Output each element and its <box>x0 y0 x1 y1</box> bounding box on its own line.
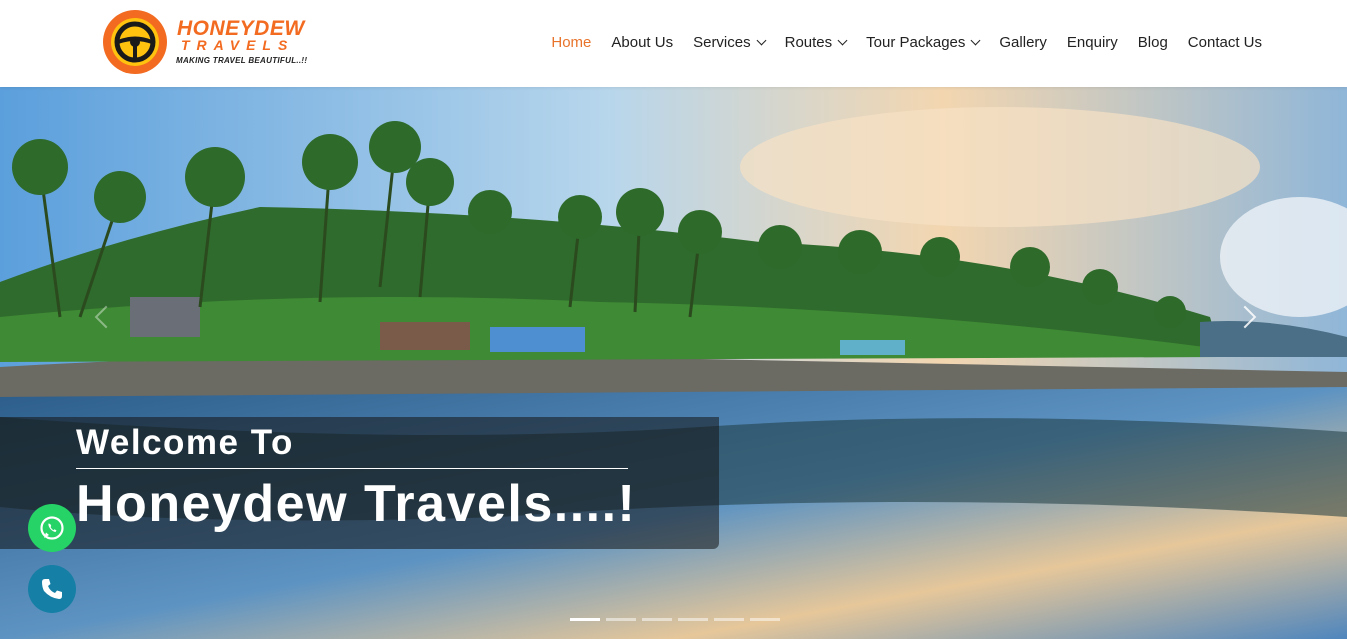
site-header: HONEYDEW TRAVELS MAKING TRAVEL BEAUTIFUL… <box>0 0 1347 87</box>
carousel-indicator[interactable] <box>750 618 780 621</box>
hero-title: Honeydew Travels....! <box>76 475 637 533</box>
carousel-indicator[interactable] <box>570 618 600 621</box>
carousel-indicator[interactable] <box>642 618 672 621</box>
whatsapp-button[interactable] <box>28 504 76 552</box>
brand-logo[interactable]: HONEYDEW TRAVELS MAKING TRAVEL BEAUTIFUL… <box>103 9 328 77</box>
nav-services[interactable]: Services <box>693 34 767 51</box>
nav-routes[interactable]: Routes <box>785 34 848 51</box>
carousel-indicator[interactable] <box>714 618 744 621</box>
chevron-down-icon <box>756 35 767 46</box>
hero-welcome-text: Welcome To <box>76 423 294 462</box>
nav-contact-us[interactable]: Contact Us <box>1188 34 1262 51</box>
nav-tour-packages[interactable]: Tour Packages <box>866 34 981 51</box>
hero-background-image <box>0 87 1347 639</box>
logo-emblem <box>103 10 167 74</box>
carousel-indicator[interactable] <box>678 618 708 621</box>
main-nav: Home About Us Services Routes Tour Packa… <box>531 34 1262 51</box>
nav-about-us[interactable]: About Us <box>611 34 673 51</box>
nav-gallery[interactable]: Gallery <box>999 34 1047 51</box>
steering-wheel-icon <box>114 21 156 63</box>
carousel-indicators <box>570 618 780 621</box>
nav-home[interactable]: Home <box>551 34 591 51</box>
nav-enquiry[interactable]: Enquiry <box>1067 34 1118 51</box>
brand-tagline: MAKING TRAVEL BEAUTIFUL..!! <box>176 56 308 65</box>
hero-carousel: Welcome To Honeydew Travels....! <box>0 87 1347 639</box>
carousel-indicator[interactable] <box>606 618 636 621</box>
hero-divider <box>76 468 628 469</box>
brand-sub: TRAVELS <box>181 37 295 53</box>
whatsapp-icon <box>40 516 64 540</box>
call-button[interactable] <box>28 565 76 613</box>
chevron-down-icon <box>837 35 848 46</box>
chevron-down-icon <box>970 35 981 46</box>
nav-blog[interactable]: Blog <box>1138 34 1168 51</box>
phone-icon <box>42 579 62 599</box>
